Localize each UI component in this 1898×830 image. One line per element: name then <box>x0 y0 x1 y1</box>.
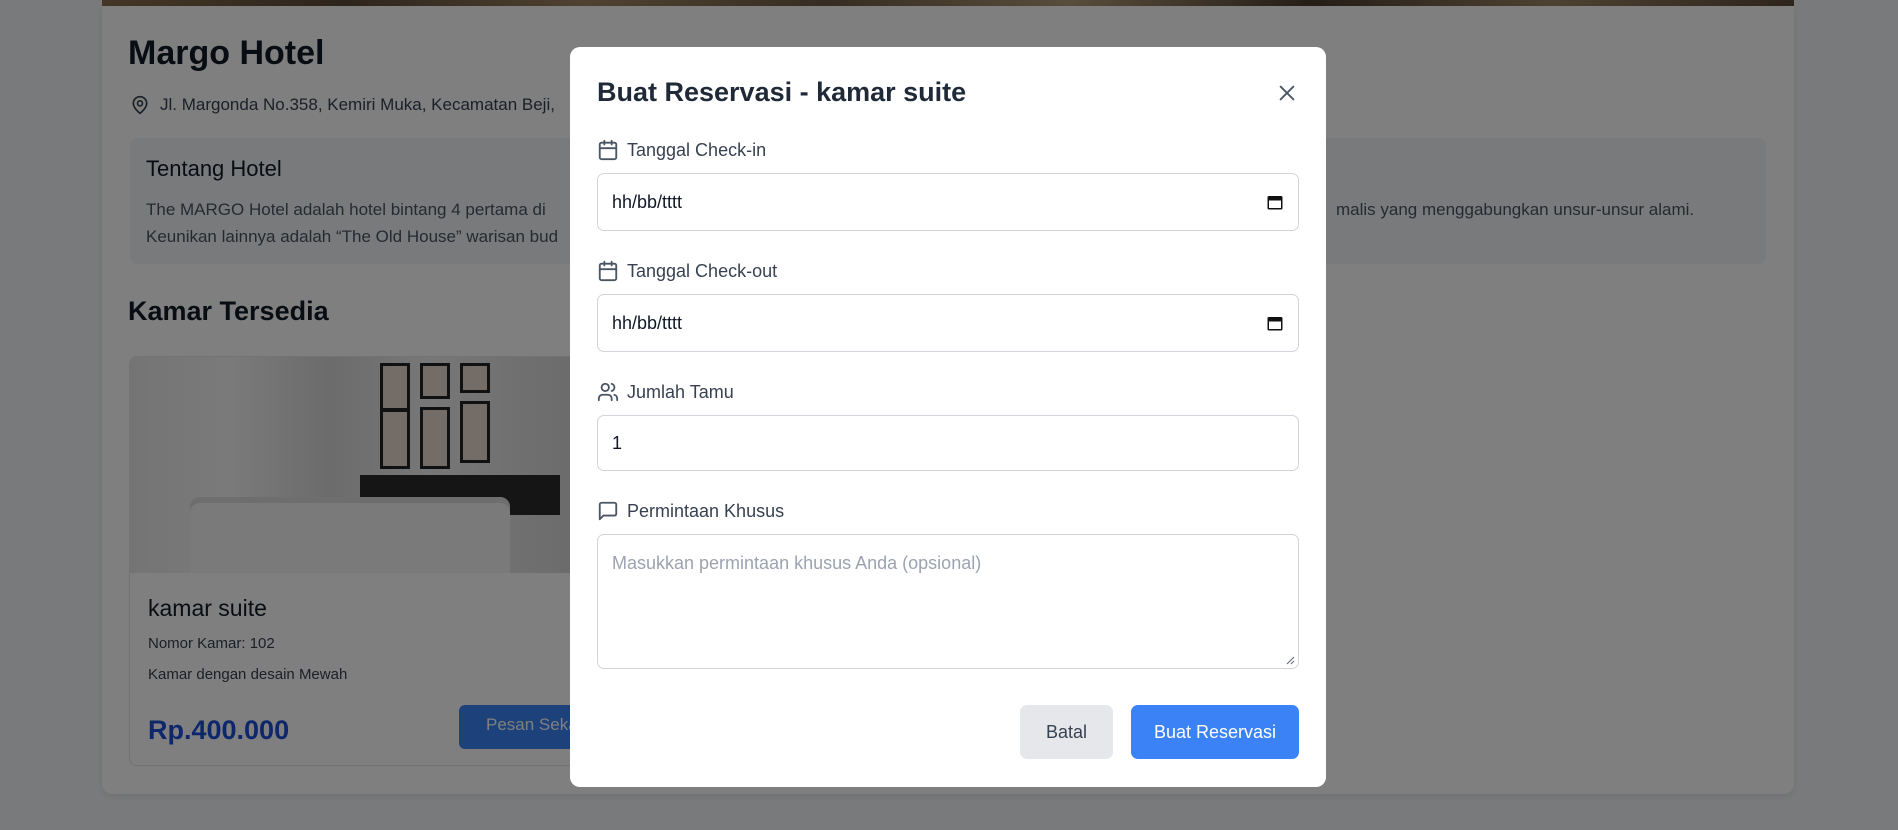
calendar-icon <box>598 260 618 282</box>
guests-label: Jumlah Tamu <box>597 381 734 403</box>
checkin-value: hh/bb/tttt <box>612 191 683 212</box>
cancel-button[interactable]: Batal <box>1020 705 1113 759</box>
checkout-date-input[interactable]: hh/bb/tttt <box>597 294 1299 352</box>
resize-handle-icon[interactable] <box>1283 653 1295 665</box>
message-square-icon <box>598 501 618 521</box>
create-reservation-button[interactable]: Buat Reservasi <box>1131 705 1299 759</box>
guests-input[interactable]: 1 <box>597 415 1299 471</box>
checkout-label-text: Tanggal Check-out <box>627 260 778 281</box>
modal-title: Buat Reservasi - kamar suite <box>597 77 967 107</box>
checkout-value: hh/bb/tttt <box>612 312 683 333</box>
special-request-placeholder: Masukkan permintaan khusus Anda (opsiona… <box>612 553 982 573</box>
users-icon <box>597 382 619 402</box>
calendar-picker-icon[interactable] <box>1266 314 1284 332</box>
special-request-label: Permintaan Khusus <box>597 500 784 522</box>
checkin-label: Tanggal Check-in <box>597 139 766 161</box>
checkout-label: Tanggal Check-out <box>597 260 777 282</box>
special-request-textarea[interactable]: Masukkan permintaan khusus Anda (opsiona… <box>597 534 1299 669</box>
guests-label-text: Jumlah Tamu <box>627 381 734 402</box>
reservation-modal: Buat Reservasi - kamar suite Tanggal Che… <box>570 47 1326 787</box>
close-icon <box>1279 85 1295 101</box>
calendar-icon <box>598 139 618 161</box>
checkin-label-text: Tanggal Check-in <box>627 139 767 160</box>
special-request-label-text: Permintaan Khusus <box>627 500 785 521</box>
guests-value: 1 <box>612 432 623 453</box>
close-button[interactable] <box>1272 78 1302 108</box>
calendar-picker-icon[interactable] <box>1266 193 1284 211</box>
checkin-date-input[interactable]: hh/bb/tttt <box>597 173 1299 231</box>
